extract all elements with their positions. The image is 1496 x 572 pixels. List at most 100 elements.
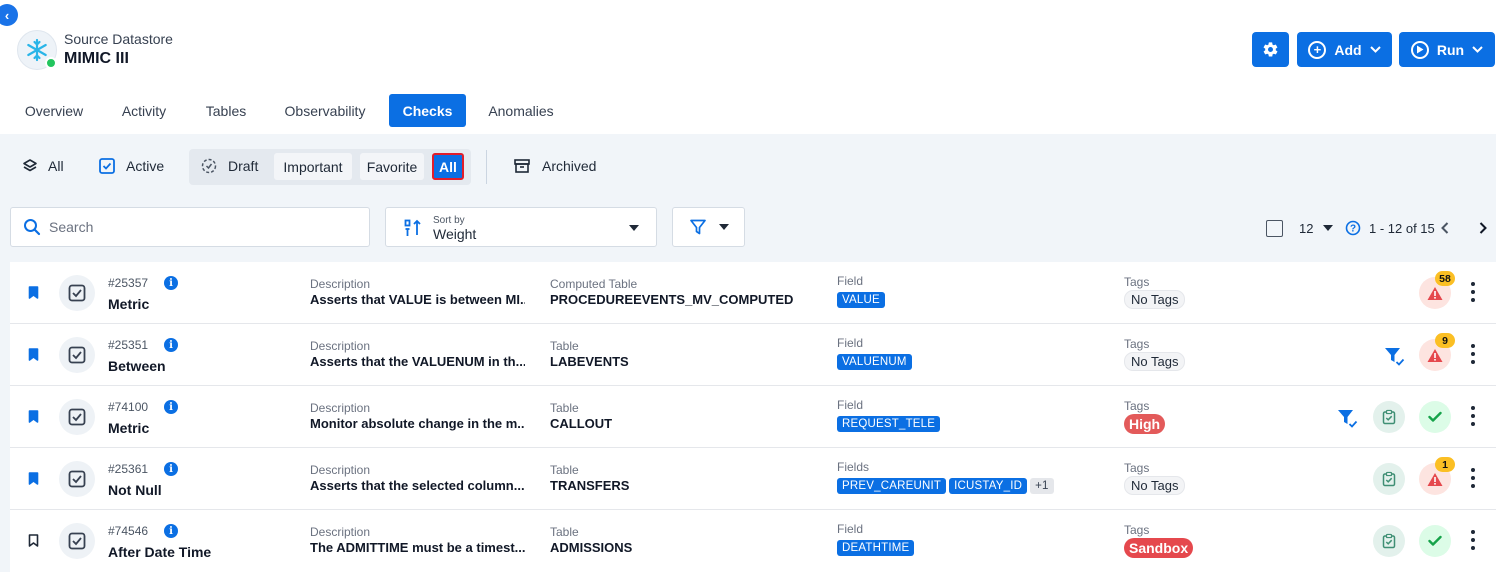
filtered-funnel-icon: [1385, 348, 1405, 366]
checkbox-checked-icon: [68, 408, 86, 426]
info-icon[interactable]: i: [164, 462, 178, 476]
filter-favorite[interactable]: Favorite: [360, 153, 424, 180]
filter-draft[interactable]: Draft: [200, 146, 258, 186]
checkbox-box: [1266, 219, 1283, 237]
check-row[interactable]: #25357 i Metric Description Asserts that…: [10, 262, 1496, 324]
check-id: #74546: [108, 524, 149, 538]
chevron-left-icon: [1441, 222, 1449, 234]
bookmark-icon[interactable]: [28, 410, 39, 423]
field-tags: VALUE: [837, 290, 888, 308]
sort-dropdown[interactable]: Sort by Weight: [385, 207, 657, 247]
info-icon[interactable]: i: [164, 400, 178, 414]
check-type-icon: [59, 399, 95, 435]
more-options-icon[interactable]: [1470, 282, 1476, 302]
table-label: Table: [550, 401, 579, 415]
tab-checks[interactable]: Checks: [389, 94, 466, 127]
chevron-down-icon: [1472, 46, 1483, 53]
caret-down-icon: [629, 225, 639, 231]
check-row[interactable]: #25361 i Not Null Description Asserts th…: [10, 448, 1496, 510]
more-options-icon[interactable]: [1470, 468, 1476, 488]
table-label: Table: [550, 339, 579, 353]
checkbox-checked-icon: [68, 470, 86, 488]
info-icon[interactable]: i: [164, 524, 178, 538]
next-page-button[interactable]: [1478, 217, 1488, 239]
filter-active-label: Active: [126, 158, 165, 174]
field-tag: PREV_CAREUNIT: [837, 478, 947, 494]
add-button[interactable]: + Add: [1297, 32, 1392, 67]
filter-sub-all[interactable]: All: [432, 153, 464, 180]
bookmark-icon[interactable]: [28, 534, 39, 547]
settings-button[interactable]: [1252, 32, 1289, 67]
anomaly-count-badge: 1: [1435, 457, 1455, 472]
warning-icon: [1427, 286, 1443, 300]
tab-overview[interactable]: Overview: [10, 94, 98, 127]
table-label: Table: [550, 463, 579, 477]
anomalies-button[interactable]: 9: [1419, 333, 1455, 371]
check-name: After Date Time: [108, 544, 212, 560]
tab-anomalies[interactable]: Anomalies: [474, 94, 568, 127]
layers-icon: [23, 159, 37, 172]
sort-by-label: Sort by: [433, 215, 465, 226]
page-size-select[interactable]: 12: [1299, 217, 1334, 239]
run-button-label: Run: [1436, 41, 1465, 58]
more-options-icon[interactable]: [1470, 406, 1476, 426]
more-options-icon[interactable]: [1470, 530, 1476, 550]
field-tag: VALUE: [837, 292, 885, 308]
connection-status-dot: [45, 57, 57, 69]
tag: No Tags: [1124, 290, 1186, 309]
filtered-funnel-icon: [1338, 410, 1358, 428]
archive-icon: [514, 159, 530, 173]
more-options-icon[interactable]: [1470, 344, 1476, 364]
description-text: Asserts that VALUE is between MI...: [310, 292, 525, 307]
checkbox-checked-icon: [99, 158, 115, 174]
info-icon[interactable]: i: [164, 338, 178, 352]
check-id: #74100: [108, 400, 149, 414]
bookmark-icon[interactable]: [28, 472, 39, 485]
collapse-sidebar-button[interactable]: ‹: [0, 4, 18, 26]
anomalies-button[interactable]: 58: [1419, 271, 1455, 309]
passed-status-button[interactable]: [1419, 525, 1451, 557]
passed-status-button[interactable]: [1419, 401, 1451, 433]
validate-check-button[interactable]: [1373, 401, 1405, 433]
select-all-checkbox[interactable]: [1266, 217, 1283, 239]
field-tag: DEATHTIME: [837, 540, 915, 556]
prev-page-button[interactable]: [1440, 217, 1450, 239]
check-icon: [1428, 535, 1442, 546]
chevron-right-icon: [1479, 222, 1487, 234]
check-row[interactable]: #25351 i Between Description Asserts tha…: [10, 324, 1496, 386]
tab-activity[interactable]: Activity: [105, 94, 183, 127]
datastore-name: MIMIC III: [64, 50, 129, 67]
filter-archived[interactable]: Archived: [512, 146, 596, 186]
field-label: Field: [837, 274, 864, 288]
search-input[interactable]: [49, 219, 349, 235]
filter-important[interactable]: Important: [274, 153, 352, 180]
tab-tables[interactable]: Tables: [190, 94, 262, 127]
anomalies-button[interactable]: 1: [1419, 457, 1455, 495]
more-fields-badge[interactable]: +1: [1030, 478, 1054, 494]
page-header: ‹ Source Datastore MIMIC III + Add Run O…: [0, 0, 1496, 134]
filter-applied-icon[interactable]: [1336, 407, 1358, 429]
check-row[interactable]: #74546 i After Date Time Description The…: [10, 510, 1496, 572]
play-circle-icon: [1410, 40, 1429, 59]
filter-active[interactable]: Active: [98, 146, 164, 186]
table-name: TRANSFERS: [550, 478, 630, 493]
help-circle-icon[interactable]: ?: [1345, 220, 1361, 236]
filter-all[interactable]: All: [22, 146, 64, 186]
validate-check-button[interactable]: [1373, 463, 1405, 495]
check-row[interactable]: #74100 i Metric Description Monitor abso…: [10, 386, 1496, 448]
gear-icon: [1263, 42, 1278, 57]
caret-down-icon: [1323, 225, 1334, 231]
tab-observability[interactable]: Observability: [270, 94, 380, 127]
info-icon[interactable]: i: [164, 276, 178, 290]
description-label: Description: [310, 277, 371, 291]
filter-button[interactable]: [672, 207, 745, 247]
field-label: Field: [837, 398, 864, 412]
field-tags: DEATHTIME: [837, 538, 917, 556]
checkbox-checked-icon: [68, 346, 86, 364]
table-name: PROCEDUREEVENTS_MV_COMPUTED: [550, 292, 794, 307]
validate-check-button[interactable]: [1373, 525, 1405, 557]
filter-applied-icon[interactable]: [1383, 345, 1405, 367]
bookmark-icon[interactable]: [28, 286, 39, 299]
bookmark-icon[interactable]: [28, 348, 39, 361]
run-button[interactable]: Run: [1399, 32, 1495, 67]
